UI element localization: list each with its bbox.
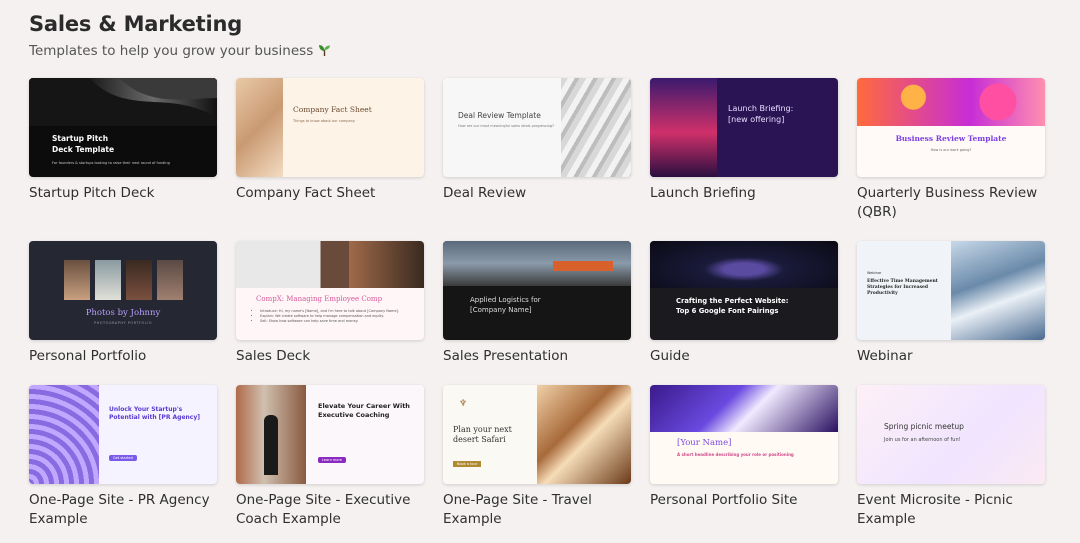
portfolio-photo — [64, 260, 90, 300]
template-thumbnail[interactable]: Crafting the Perfect Website: Top 6 Goog… — [650, 241, 838, 340]
template-thumbnail[interactable]: Elevate Your Career With Executive Coach… — [236, 385, 424, 484]
template-card-personal-portfolio-site[interactable]: [Your Name] A short headline describing … — [650, 385, 838, 535]
thumb-cta-button: Learn more — [318, 457, 346, 463]
train-image — [553, 261, 613, 271]
sprout-icon — [318, 43, 331, 59]
template-card-one-page-executive-coach[interactable]: Elevate Your Career With Executive Coach… — [236, 385, 424, 535]
palm-logo-icon: ♆ — [459, 399, 468, 409]
template-thumbnail[interactable]: Spring picnic meetup Join us for an afte… — [857, 385, 1045, 484]
beige-abstract-image — [236, 78, 283, 177]
template-card-title[interactable]: Sales Deck — [236, 347, 426, 366]
template-card-title[interactable]: One-Page Site - Executive Coach Example — [236, 491, 426, 529]
template-card-title[interactable]: Quarterly Business Review (QBR) — [857, 184, 1047, 222]
template-thumbnail[interactable]: Unlock Your Startup's Potential with [PR… — [29, 385, 217, 484]
template-card-qbr[interactable]: Business Review Template How is our work… — [857, 78, 1045, 241]
thumb-subtext: Things to know about our company — [293, 119, 355, 123]
template-card-title[interactable]: Launch Briefing — [650, 184, 840, 203]
sand-dunes-image — [537, 385, 631, 484]
thumb-heading: Applied Logistics for [Company Name] — [470, 296, 541, 314]
sunset-mountain-image — [650, 78, 717, 177]
template-thumbnail[interactable]: Company Fact Sheet Things to know about … — [236, 78, 424, 177]
blue-wave-image — [951, 241, 1045, 340]
person-silhouette — [264, 415, 278, 475]
portfolio-photo — [95, 260, 121, 300]
template-thumbnail[interactable]: Photos by Johnny PHOTOGRAPHY PORTFOLIO — [29, 241, 217, 340]
thumb-subtext: For founders & startups looking to raise… — [52, 161, 170, 165]
purple-wave-image — [29, 385, 99, 484]
page-subtitle: Templates to help you grow your business — [29, 43, 331, 59]
template-thumbnail[interactable]: Applied Logistics for [Company Name] — [443, 241, 631, 340]
template-card-title[interactable]: Sales Presentation — [443, 347, 633, 366]
thumb-heading: Business Review Template — [895, 134, 1007, 143]
thumb-kicker: Webinar — [867, 271, 882, 275]
template-card-sales-deck[interactable]: CompX: Managing Employee Comp Introduce:… — [236, 241, 424, 385]
template-thumbnail[interactable]: Webinar Effective Time Management Strate… — [857, 241, 1045, 340]
template-card-title[interactable]: Deal Review — [443, 184, 633, 203]
template-thumbnail[interactable]: ♆ Plan your next desert Safari Book a to… — [443, 385, 631, 484]
thumb-heading: Deal Review Template — [458, 111, 541, 120]
template-card-title[interactable]: Personal Portfolio Site — [650, 491, 840, 510]
thumb-subtext: A short headline describing your role or… — [677, 452, 794, 457]
template-card-one-page-pr-agency[interactable]: Unlock Your Startup's Potential with [PR… — [29, 385, 217, 535]
portfolio-photo — [126, 260, 152, 300]
template-card-sales-presentation[interactable]: Applied Logistics for [Company Name] Sal… — [443, 241, 631, 385]
template-card-title[interactable]: One-Page Site - PR Agency Example — [29, 491, 219, 529]
template-card-title[interactable]: Startup Pitch Deck — [29, 184, 219, 203]
page-header: Sales & Marketing Templates to help you … — [29, 12, 331, 59]
thumb-heading: Unlock Your Startup's Potential with [PR… — [109, 406, 201, 421]
laptop-person-image — [236, 241, 424, 288]
template-card-deal-review[interactable]: Deal Review Template How are our most me… — [443, 78, 631, 241]
thumb-heading: Plan your next desert Safari — [453, 425, 512, 444]
template-card-company-fact-sheet[interactable]: Company Fact Sheet Things to know about … — [236, 78, 424, 241]
template-card-webinar[interactable]: Webinar Effective Time Management Strate… — [857, 241, 1045, 385]
template-card-title[interactable]: Event Microsite - Picnic Example — [857, 491, 1047, 529]
thumb-heading: Elevate Your Career With Executive Coach… — [318, 402, 410, 419]
thumb-heading: Spring picnic meetup — [884, 422, 964, 431]
template-card-title[interactable]: Guide — [650, 347, 840, 366]
thumb-heading: Crafting the Perfect Website: Top 6 Goog… — [676, 297, 789, 315]
template-thumbnail[interactable]: Business Review Template How is our work… — [857, 78, 1045, 177]
template-thumbnail[interactable]: CompX: Managing Employee Comp Introduce:… — [236, 241, 424, 340]
template-thumbnail[interactable]: Launch Briefing: [new offering] — [650, 78, 838, 177]
template-card-title[interactable]: Personal Portfolio — [29, 347, 219, 366]
template-card-title[interactable]: Company Fact Sheet — [236, 184, 426, 203]
template-card-startup-pitch-deck[interactable]: Startup Pitch Deck Template For founders… — [29, 78, 217, 241]
template-thumbnail[interactable]: Deal Review Template How are our most me… — [443, 78, 631, 177]
thumb-bullet-list: Introduce: Hi, my name's [Name], and I'm… — [260, 309, 420, 324]
thumb-bullet: Sell: Show how software can help save ti… — [260, 319, 420, 324]
thumb-subtext: Join us for an afternoon of fun! — [884, 437, 961, 443]
thumb-heading: Launch Briefing: [new offering] — [728, 104, 794, 124]
dark-flower-image — [650, 241, 838, 288]
template-card-event-microsite-picnic[interactable]: Spring picnic meetup Join us for an afte… — [857, 385, 1045, 535]
portfolio-photo — [157, 260, 183, 300]
thumb-heading: [Your Name] — [677, 438, 732, 448]
white-wave-image — [561, 78, 631, 177]
abstract-dark-shape-image — [29, 78, 217, 126]
thumb-heading: Photos by Johnny — [85, 308, 161, 318]
template-card-title[interactable]: Webinar — [857, 347, 1047, 366]
thumb-subtext: How is our work going? — [930, 148, 972, 152]
thumb-subtext: How are our most meaningful sales deals … — [458, 124, 555, 128]
page-subtitle-text: Templates to help you grow your business — [29, 43, 314, 59]
template-card-one-page-travel[interactable]: ♆ Plan your next desert Safari Book a to… — [443, 385, 631, 535]
purple-ribbon-image — [650, 385, 838, 432]
template-card-personal-portfolio[interactable]: Photos by Johnny PHOTOGRAPHY PORTFOLIO P… — [29, 241, 217, 385]
template-grid: Startup Pitch Deck Template For founders… — [29, 78, 1045, 535]
thumb-heading: Effective Time Management Strategies for… — [867, 279, 938, 296]
template-card-guide[interactable]: Crafting the Perfect Website: Top 6 Goog… — [650, 241, 838, 385]
template-thumbnail[interactable]: Startup Pitch Deck Template For founders… — [29, 78, 217, 177]
thumb-heading: CompX: Managing Employee Comp — [256, 295, 383, 303]
thumb-heading: Company Fact Sheet — [293, 105, 372, 114]
template-card-title[interactable]: One-Page Site - Travel Example — [443, 491, 633, 529]
thumb-subtext: PHOTOGRAPHY PORTFOLIO — [94, 321, 152, 325]
thumb-cta-button: Book a tour — [453, 461, 482, 467]
template-thumbnail[interactable]: [Your Name] A short headline describing … — [650, 385, 838, 484]
page-title: Sales & Marketing — [29, 12, 243, 36]
thumb-heading: Startup Pitch Deck Template — [52, 134, 115, 154]
colorful-bubbles-image — [857, 78, 1045, 126]
thumb-cta-button: Get started — [109, 455, 137, 461]
template-card-launch-briefing[interactable]: Launch Briefing: [new offering] Launch B… — [650, 78, 838, 241]
